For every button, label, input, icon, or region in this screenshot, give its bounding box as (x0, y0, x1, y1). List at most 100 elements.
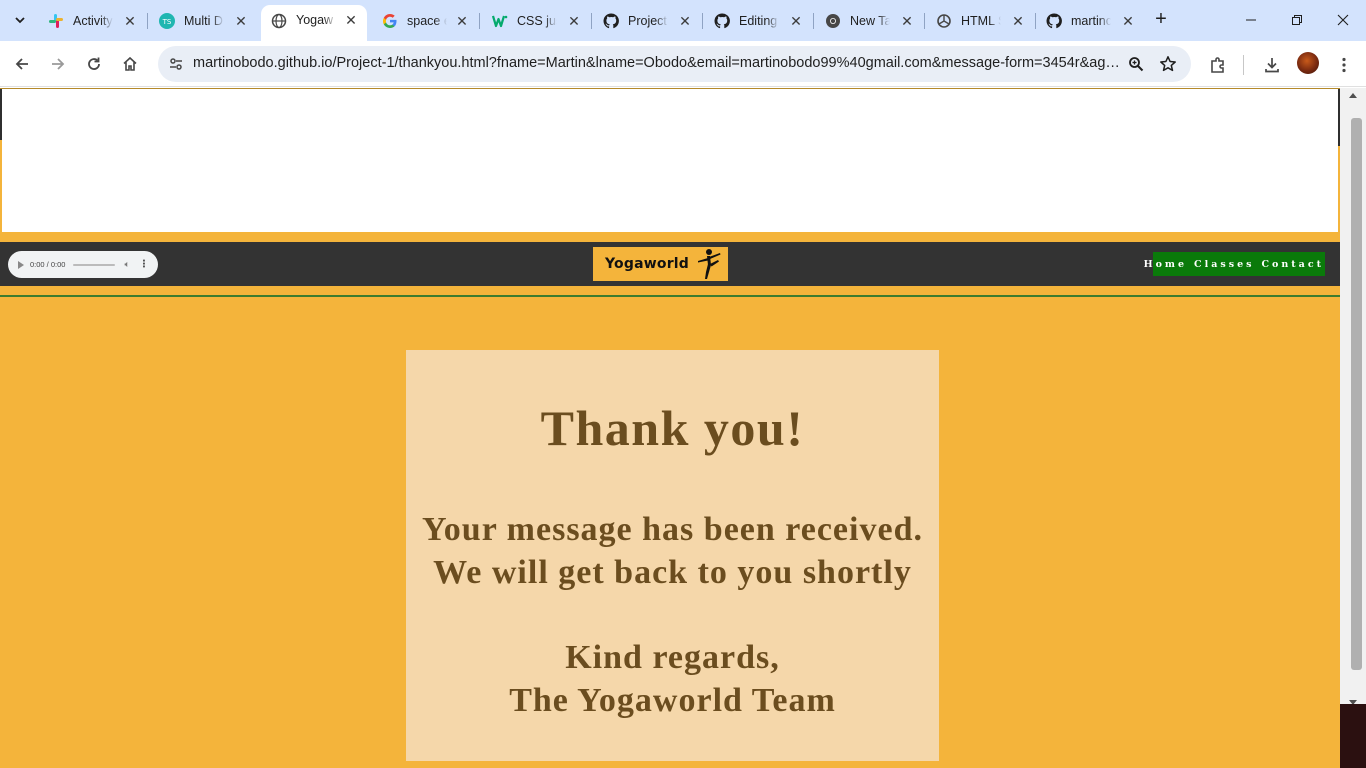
downloads-button[interactable] (1259, 52, 1285, 78)
github-icon (603, 12, 619, 29)
nav-contact-link[interactable]: Contact (1261, 259, 1324, 270)
site-info-button[interactable] (164, 52, 188, 76)
tune-icon (170, 58, 182, 70)
new-tab-button[interactable]: + (1150, 9, 1172, 31)
close-icon[interactable]: ✕ (122, 13, 138, 30)
site-nav-menu: Home Classes Contact (1144, 252, 1325, 276)
page-viewport: 0:00 / 0:00 🔈︎ ⋮ Yogaworld Home Classes … (0, 88, 1340, 768)
scrollbar-thumb[interactable] (1351, 118, 1362, 670)
download-icon (1265, 58, 1279, 73)
close-icon[interactable]: ✕ (1010, 13, 1026, 30)
tab-separator (147, 13, 148, 29)
toolbar-divider (1243, 55, 1244, 75)
address-bar[interactable]: martinobodo.github.io/Project-1/thankyou… (158, 46, 1191, 82)
browser-toolbar: martinobodo.github.io/Project-1/thankyou… (0, 41, 1366, 87)
ts-icon: TS (159, 12, 175, 29)
slack-icon (48, 13, 64, 29)
reload-icon (88, 57, 100, 70)
team-line: The Yogaworld Team (509, 682, 836, 719)
tab-title: Multi D (184, 13, 223, 28)
tab-title: New Ta (850, 13, 890, 28)
restore-icon (1292, 15, 1302, 25)
google-icon (382, 13, 398, 29)
openai-icon (936, 13, 952, 29)
close-window-button[interactable] (1320, 0, 1366, 40)
arrow-right-icon (52, 58, 65, 70)
arrow-left-icon (15, 58, 28, 70)
star-icon (1160, 56, 1176, 72)
reload-button[interactable] (81, 51, 107, 77)
tab-new-tab[interactable]: New Ta ✕ (815, 6, 923, 35)
scroll-up-arrow-icon[interactable] (1349, 93, 1357, 98)
minimize-button[interactable] (1228, 0, 1274, 40)
tab-project[interactable]: Project ✕ (593, 6, 701, 35)
close-icon[interactable]: ✕ (343, 12, 359, 29)
bookmark-button[interactable] (1157, 53, 1179, 75)
close-icon (1337, 14, 1349, 26)
extensions-button[interactable] (1205, 52, 1231, 78)
close-icon[interactable]: ✕ (233, 13, 249, 30)
tab-css-jus[interactable]: CSS jus ✕ (482, 6, 590, 35)
forward-button[interactable] (45, 51, 71, 77)
volume-icon[interactable]: 🔈︎ (124, 259, 129, 270)
close-icon[interactable]: ✕ (454, 13, 470, 30)
tab-martinc[interactable]: martinc ✕ (1036, 6, 1144, 35)
tab-multi-d[interactable]: TS Multi D ✕ (149, 6, 257, 35)
site-logo[interactable]: Yogaworld (593, 247, 728, 281)
tab-separator (924, 13, 925, 29)
tab-title: Activity (73, 13, 113, 28)
w3-icon (492, 13, 508, 29)
tab-activity[interactable]: Activity ✕ (38, 6, 146, 35)
signature: Kind regards, The Yogaworld Team (406, 636, 939, 722)
play-icon[interactable] (18, 260, 24, 269)
home-button[interactable] (117, 51, 143, 77)
tab-space-e[interactable]: space e ✕ (372, 6, 478, 35)
nav-classes-link[interactable]: Classes (1194, 259, 1254, 270)
tab-separator (591, 13, 592, 29)
audio-time: 0:00 / 0:00 (30, 260, 66, 269)
chrome-menu-button[interactable] (1331, 52, 1357, 78)
tab-editing[interactable]: Editing ✕ (704, 6, 812, 35)
confirmation-message: Your message has been received. We will … (406, 508, 939, 594)
close-icon[interactable]: ✕ (899, 13, 915, 30)
back-button[interactable] (9, 51, 35, 77)
audio-progress-bar[interactable] (73, 263, 116, 266)
logo-text: Yogaworld (605, 256, 690, 272)
site-navbar: 0:00 / 0:00 🔈︎ ⋮ Yogaworld Home Classes … (0, 242, 1340, 286)
close-icon[interactable]: ✕ (1120, 13, 1136, 30)
audio-player[interactable]: 0:00 / 0:00 🔈︎ ⋮ (8, 251, 158, 278)
more-options-icon[interactable]: ⋮ (139, 259, 149, 270)
zoom-button[interactable] (1125, 53, 1147, 75)
zoom-icon (1129, 57, 1144, 72)
tab-title: Editing (739, 13, 778, 28)
github-icon (714, 12, 730, 29)
regards-line: Kind regards, (565, 639, 780, 676)
profile-avatar[interactable] (1297, 52, 1319, 74)
hero-banner (2, 88, 1338, 232)
tab-separator (702, 13, 703, 29)
close-icon[interactable]: ✕ (788, 13, 804, 30)
tab-separator (479, 13, 480, 29)
divider-line (0, 295, 1340, 297)
github-icon (1046, 12, 1062, 29)
nav-home-link[interactable]: Home (1144, 259, 1187, 270)
close-icon[interactable]: ✕ (566, 13, 582, 30)
globe-icon (271, 13, 287, 29)
yoga-figure-icon (698, 249, 721, 279)
tab-title: Project (628, 13, 667, 28)
restore-button[interactable] (1274, 0, 1320, 40)
top-border (0, 88, 1340, 89)
tab-search-button[interactable] (8, 7, 32, 33)
page-scrollbar[interactable] (1340, 88, 1366, 768)
edge-decoration (0, 88, 2, 140)
url-text[interactable]: martinobodo.github.io/Project-1/thankyou… (193, 55, 1123, 71)
tab-yogaworld[interactable]: Yogaw ✕ (261, 5, 367, 41)
message-line: We will get back to you shortly (433, 554, 912, 591)
tab-separator (813, 13, 814, 29)
tab-html-s[interactable]: HTML S ✕ (926, 6, 1034, 35)
more-vert-icon (1342, 57, 1346, 73)
close-icon[interactable]: ✕ (677, 13, 693, 30)
tab-title: CSS jus (517, 13, 557, 28)
chrome-icon (825, 13, 841, 29)
puzzle-icon (1211, 57, 1224, 73)
